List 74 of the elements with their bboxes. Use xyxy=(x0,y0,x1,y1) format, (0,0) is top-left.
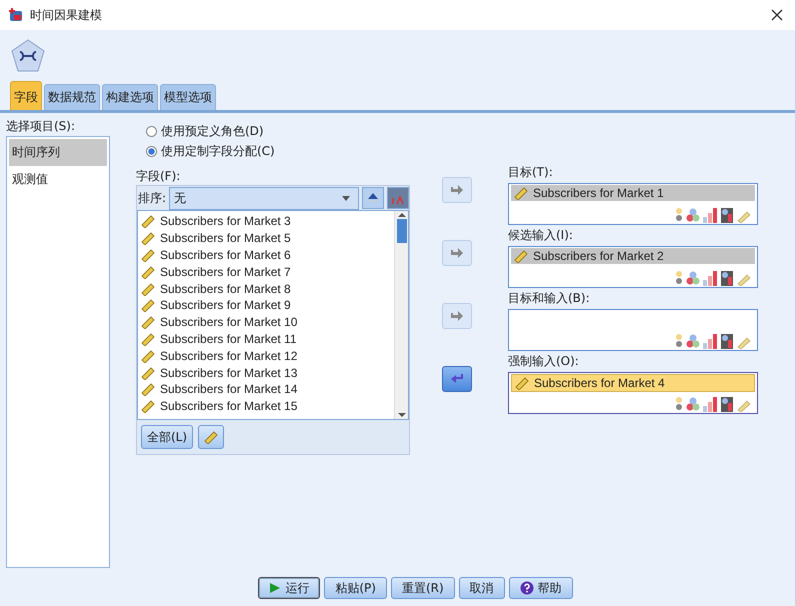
right-arrow-icon xyxy=(450,246,464,258)
ruler-icon xyxy=(141,315,155,330)
field-item[interactable]: Subscribers for Market 10 xyxy=(138,314,394,331)
ruler-icon xyxy=(141,264,155,279)
field-item[interactable]: Subscribers for Market 7 xyxy=(138,263,394,280)
ruler-icon xyxy=(514,249,528,263)
dialog-button[interactable]: 运行 xyxy=(258,577,320,599)
field-item[interactable]: Subscribers for Market 5 xyxy=(138,230,394,247)
ruler-icon xyxy=(141,248,155,262)
role-field-item[interactable]: Subscribers for Market 4 xyxy=(511,374,755,392)
ruler-icon xyxy=(515,376,529,390)
play-icon xyxy=(269,582,282,594)
radio-label: 使用预定义角色(D) xyxy=(161,123,264,140)
tab[interactable]: 构建选项 xyxy=(102,84,158,110)
field-item[interactable]: Subscribers for Market 14 xyxy=(138,380,394,398)
role-label: 强制输入(O): xyxy=(508,353,579,370)
dialog-button[interactable]: 粘贴(P) xyxy=(324,577,387,599)
tab[interactable]: 数据规范 xyxy=(44,84,100,110)
app-icon xyxy=(8,7,24,23)
right-arrow-icon xyxy=(450,184,464,196)
sort-dropdown[interactable]: 无 xyxy=(169,186,359,210)
ruler-icon xyxy=(141,348,155,363)
field-item[interactable]: Subscribers for Market 13 xyxy=(138,364,394,381)
dialog-button[interactable]: 帮助 xyxy=(508,577,573,599)
field-item[interactable]: Subscribers for Market 8 xyxy=(138,280,394,297)
sidebar-item[interactable]: 时间序列 xyxy=(9,139,107,166)
role-field-item[interactable]: Subscribers for Market 1 xyxy=(511,185,755,201)
move-button[interactable] xyxy=(442,366,472,392)
dialog-button[interactable]: 取消 xyxy=(458,577,505,599)
sidebar-item[interactable]: 观测值 xyxy=(9,166,107,193)
dialog-button[interactable]: 重置(R) xyxy=(390,577,455,599)
select-all-button[interactable]: 全部(L) xyxy=(141,425,194,449)
scroll-down-icon[interactable] xyxy=(398,413,406,417)
close-icon[interactable] xyxy=(771,9,783,21)
ruler-icon xyxy=(141,366,155,380)
scroll-up-icon[interactable] xyxy=(398,213,406,217)
role-label: 候选输入(I): xyxy=(508,227,573,244)
role-field-item[interactable]: Subscribers for Market 2 xyxy=(511,248,755,264)
sort-order-button[interactable] xyxy=(362,187,384,209)
field-item[interactable]: Subscribers for Market 6 xyxy=(138,246,394,264)
scrollbar[interactable] xyxy=(394,211,408,419)
ruler-icon xyxy=(141,332,155,346)
scrollbar-thumb[interactable] xyxy=(396,219,406,243)
tab[interactable]: 字段 xyxy=(10,81,42,110)
ruler-icon xyxy=(141,282,155,296)
fields-label: 字段(F): xyxy=(136,168,180,185)
role-label: 目标和输入(B): xyxy=(508,290,590,307)
radio-label: 使用定制字段分配(C) xyxy=(161,143,275,160)
sidebar-label: 选择项目(S): xyxy=(6,118,76,135)
help-icon xyxy=(520,581,534,595)
measure-filter-button[interactable] xyxy=(198,425,224,449)
field-item[interactable]: Subscribers for Market 12 xyxy=(138,347,394,364)
up-arrow-icon xyxy=(367,192,379,204)
right-arrow-icon xyxy=(450,310,464,322)
field-item[interactable]: Subscribers for Market 9 xyxy=(138,296,394,314)
field-item[interactable]: Subscribers for Market 3 xyxy=(138,213,394,230)
ruler-icon xyxy=(141,298,155,312)
window-title: 时间因果建模 xyxy=(30,6,103,24)
left-arrow-icon xyxy=(450,372,464,384)
ruler-icon xyxy=(204,430,218,444)
radio-button[interactable] xyxy=(146,146,157,157)
ruler-icon xyxy=(141,399,155,414)
ruler-icon xyxy=(514,186,528,200)
field-item[interactable]: Subscribers for Market 15 xyxy=(138,398,394,415)
dropdown-caret-icon xyxy=(342,196,350,200)
ruler-icon xyxy=(141,382,155,396)
radio-button[interactable] xyxy=(146,126,157,137)
role-label: 目标(T): xyxy=(508,164,553,181)
field-item[interactable]: Subscribers for Market 11 xyxy=(138,330,394,348)
ruler-icon xyxy=(141,214,155,228)
ruler-icon xyxy=(141,231,155,246)
sort-label: 排序: xyxy=(138,190,166,206)
tab[interactable]: 模型选项 xyxy=(160,84,216,110)
node-icon xyxy=(10,38,46,74)
